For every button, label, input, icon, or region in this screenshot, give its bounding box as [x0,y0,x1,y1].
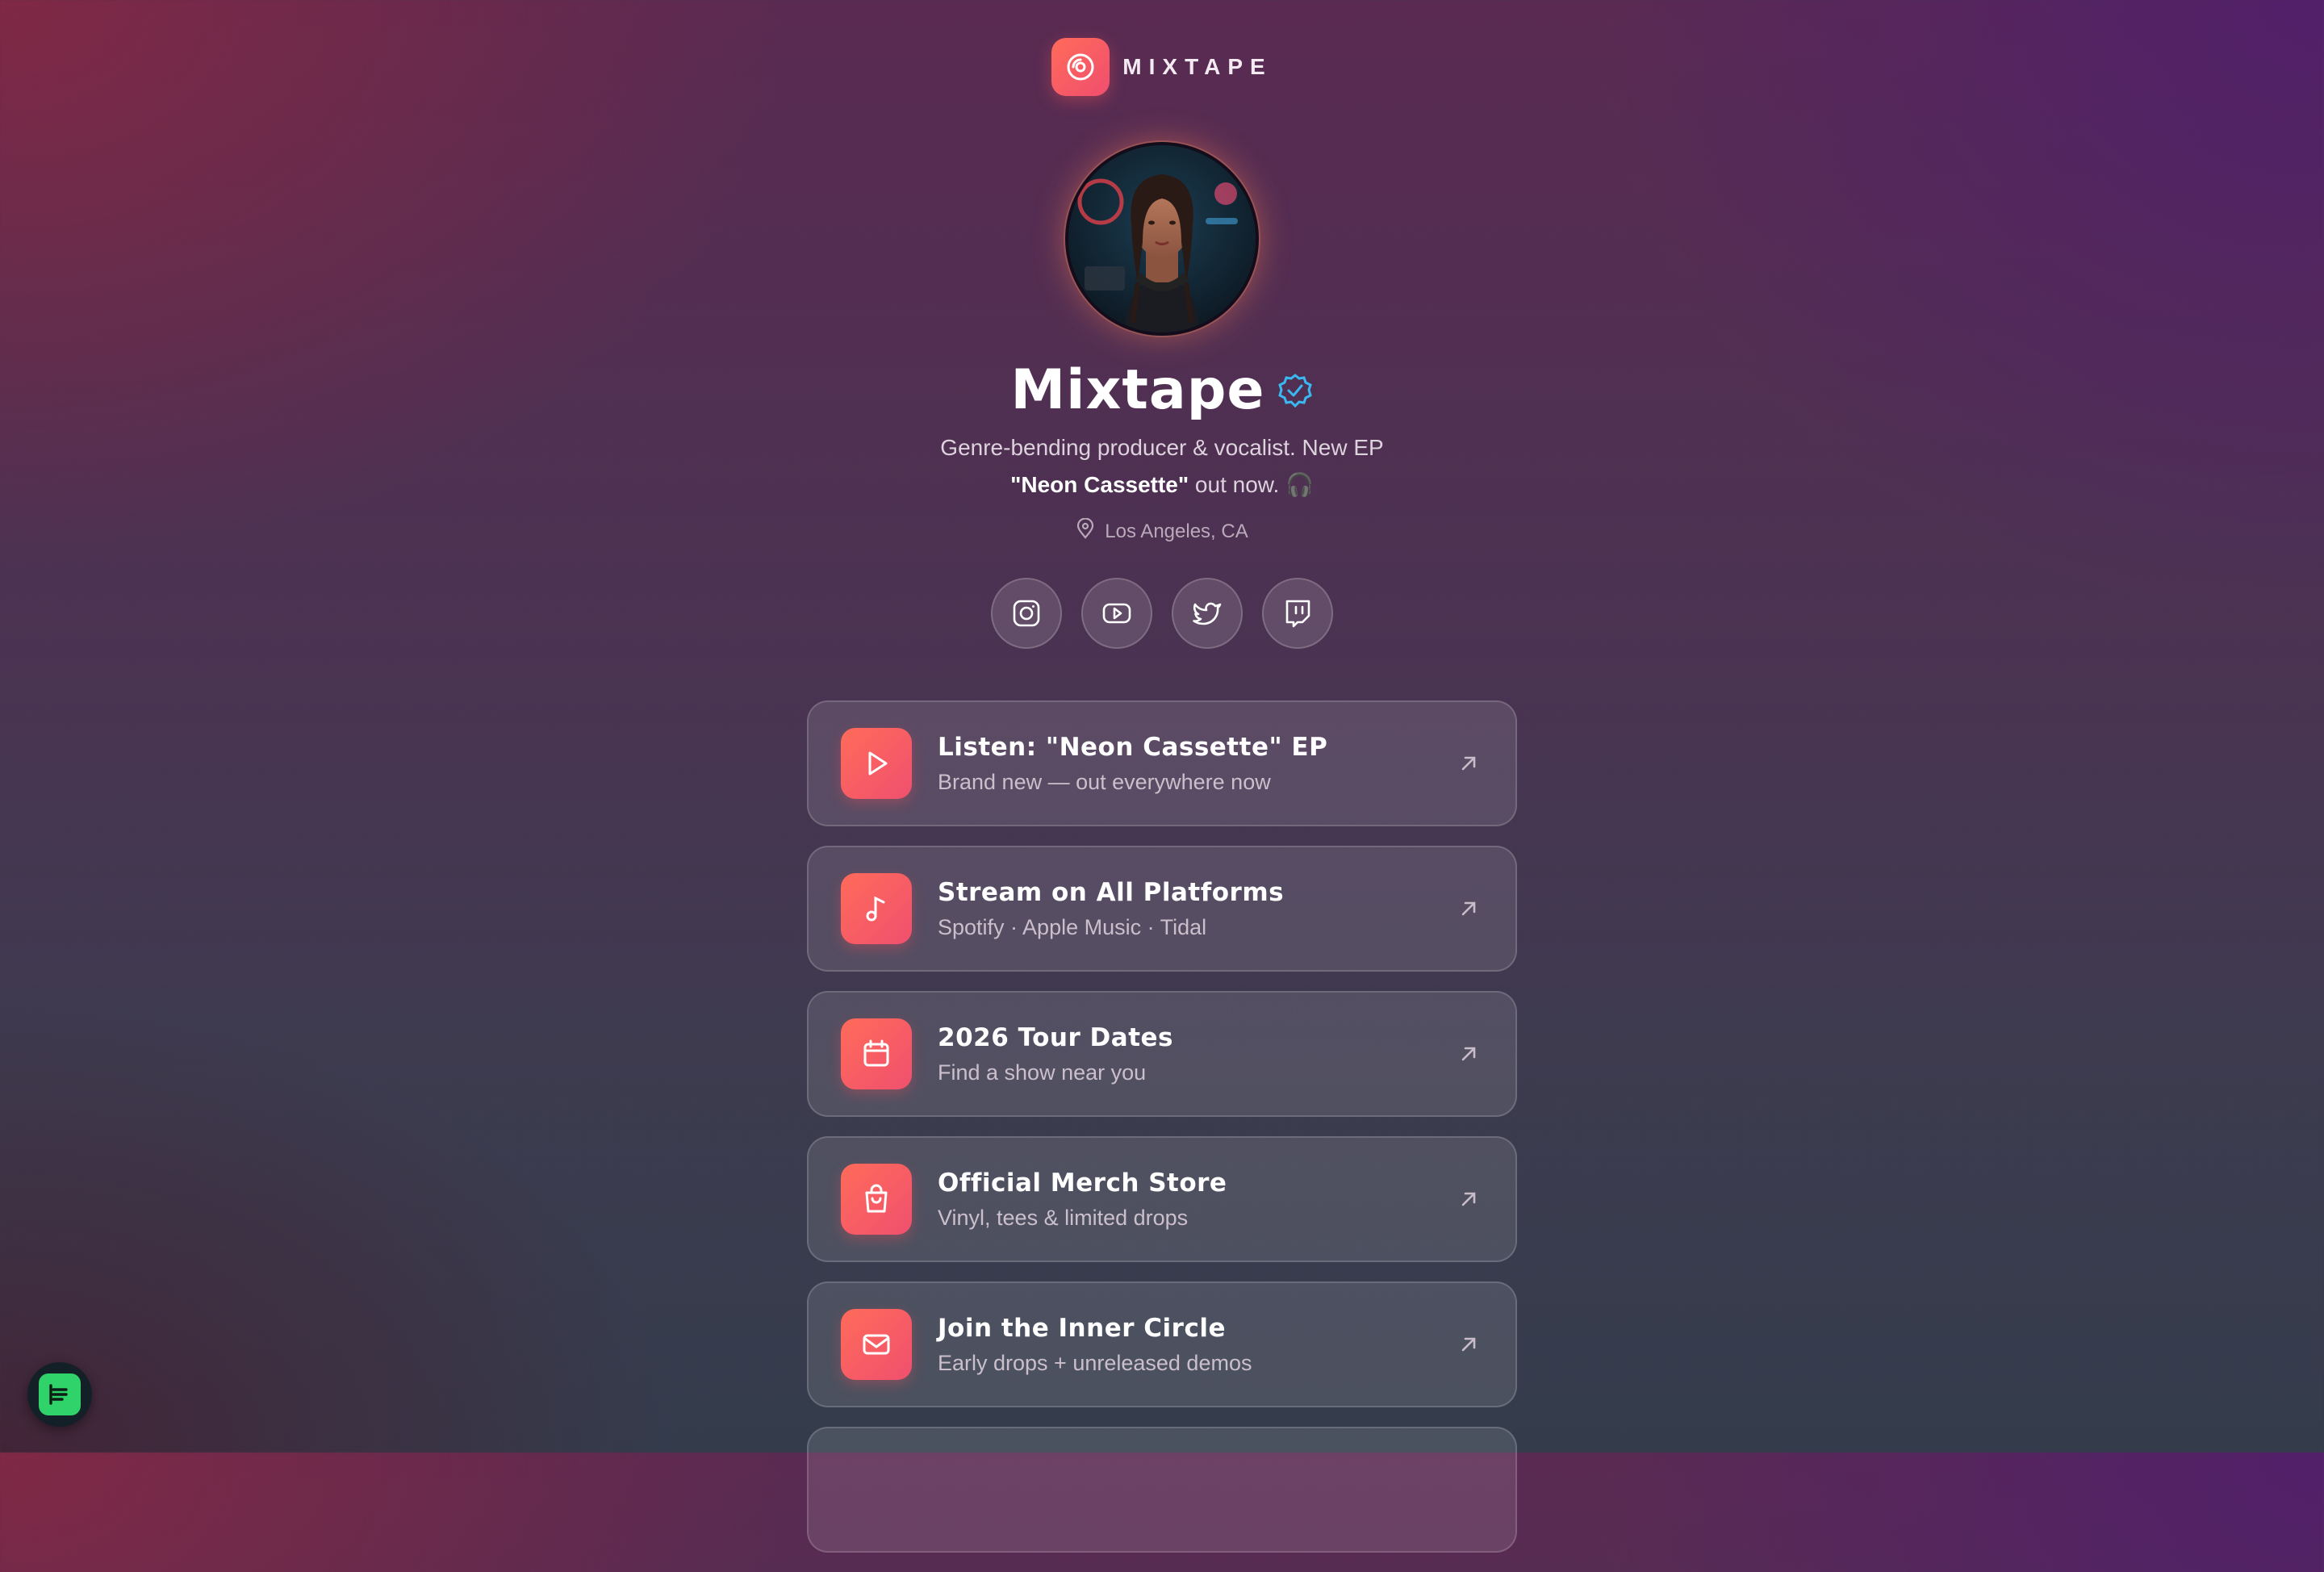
link-card-partial[interactable] [807,1427,1517,1553]
social-twitter-button[interactable] [1172,578,1243,649]
social-youtube-button[interactable] [1081,578,1152,649]
link-text: Join the Inner Circle Early drops + unre… [938,1314,1454,1376]
profile-name-row: Mixtape [0,358,2324,422]
instagram-icon [1013,600,1040,627]
link-subtitle: Brand new — out everywhere now [938,769,1271,794]
arrow-up-right-icon [1454,894,1483,923]
link-text: Official Merch Store Vinyl, tees & limit… [938,1169,1454,1231]
bio-highlight: "Neon Cassette" [1010,472,1189,497]
vinyl-disc-icon [1051,38,1110,96]
arrow-up-right-icon [1454,1039,1483,1068]
bio-line-1: Genre-bending producer & vocalist. New E… [940,435,1384,460]
link-text: Listen: "Neon Cassette" EP Brand new — o… [938,733,1454,795]
link-title: Listen: "Neon Cassette" EP [938,732,1328,762]
profile-bio: Genre-bending producer & vocalist. New E… [0,429,2324,504]
chat-logo-icon [39,1373,81,1415]
profile-location: Los Angeles, CA [0,517,2324,545]
link-in-bio-page: MIXTAPE Mixtape Genre-bending producer &… [0,0,2324,1553]
floating-action-button[interactable] [27,1362,92,1427]
avatar [1065,142,1259,336]
link-card-stream-platforms[interactable]: Stream on All Platforms Spotify · Apple … [807,846,1517,972]
calendar-icon [841,1018,912,1089]
twitch-icon [1285,600,1310,628]
music-note-icon [841,873,912,944]
brand-name: MIXTAPE [1122,54,1273,79]
play-icon [841,728,912,799]
link-card-merch-store[interactable]: Official Merch Store Vinyl, tees & limit… [807,1136,1517,1262]
link-title: 2026 Tour Dates [938,1022,1173,1052]
link-card-inner-circle[interactable]: Join the Inner Circle Early drops + unre… [807,1281,1517,1407]
link-list: Listen: "Neon Cassette" EP Brand new — o… [807,700,1517,1572]
link-subtitle: Vinyl, tees & limited drops [938,1205,1189,1230]
link-subtitle: Early drops + unreleased demos [938,1350,1252,1375]
link-card-tour-dates[interactable]: 2026 Tour Dates Find a show near you [807,991,1517,1117]
social-links [0,578,2324,649]
shopping-bag-icon [841,1164,912,1235]
link-card-listen-ep[interactable]: Listen: "Neon Cassette" EP Brand new — o… [807,700,1517,826]
link-title: Official Merch Store [938,1168,1227,1198]
link-text: 2026 Tour Dates Find a show near you [938,1023,1454,1085]
brand-header[interactable]: MIXTAPE [0,38,2324,96]
link-title: Stream on All Platforms [938,877,1285,907]
link-subtitle: Spotify · Apple Music · Tidal [938,914,1207,939]
social-instagram-button[interactable] [991,578,1062,649]
link-subtitle: Find a show near you [938,1060,1147,1085]
profile-name: Mixtape [1010,358,1265,422]
twitter-icon [1193,602,1222,625]
map-pin-icon [1076,517,1095,545]
location-text: Los Angeles, CA [1105,520,1248,542]
arrow-up-right-icon [1454,749,1483,778]
mail-icon [841,1309,912,1380]
bio-line-2: "Neon Cassette" out now. 🎧 [0,466,2324,504]
link-title: Join the Inner Circle [938,1313,1226,1343]
verified-badge-icon [1277,372,1314,409]
social-twitch-button[interactable] [1262,578,1333,649]
bio-line-2-rest: out now. 🎧 [1189,472,1314,497]
arrow-up-right-icon [1454,1185,1483,1214]
link-text: Stream on All Platforms Spotify · Apple … [938,878,1454,940]
youtube-icon [1102,603,1131,624]
arrow-up-right-icon [1454,1330,1483,1359]
